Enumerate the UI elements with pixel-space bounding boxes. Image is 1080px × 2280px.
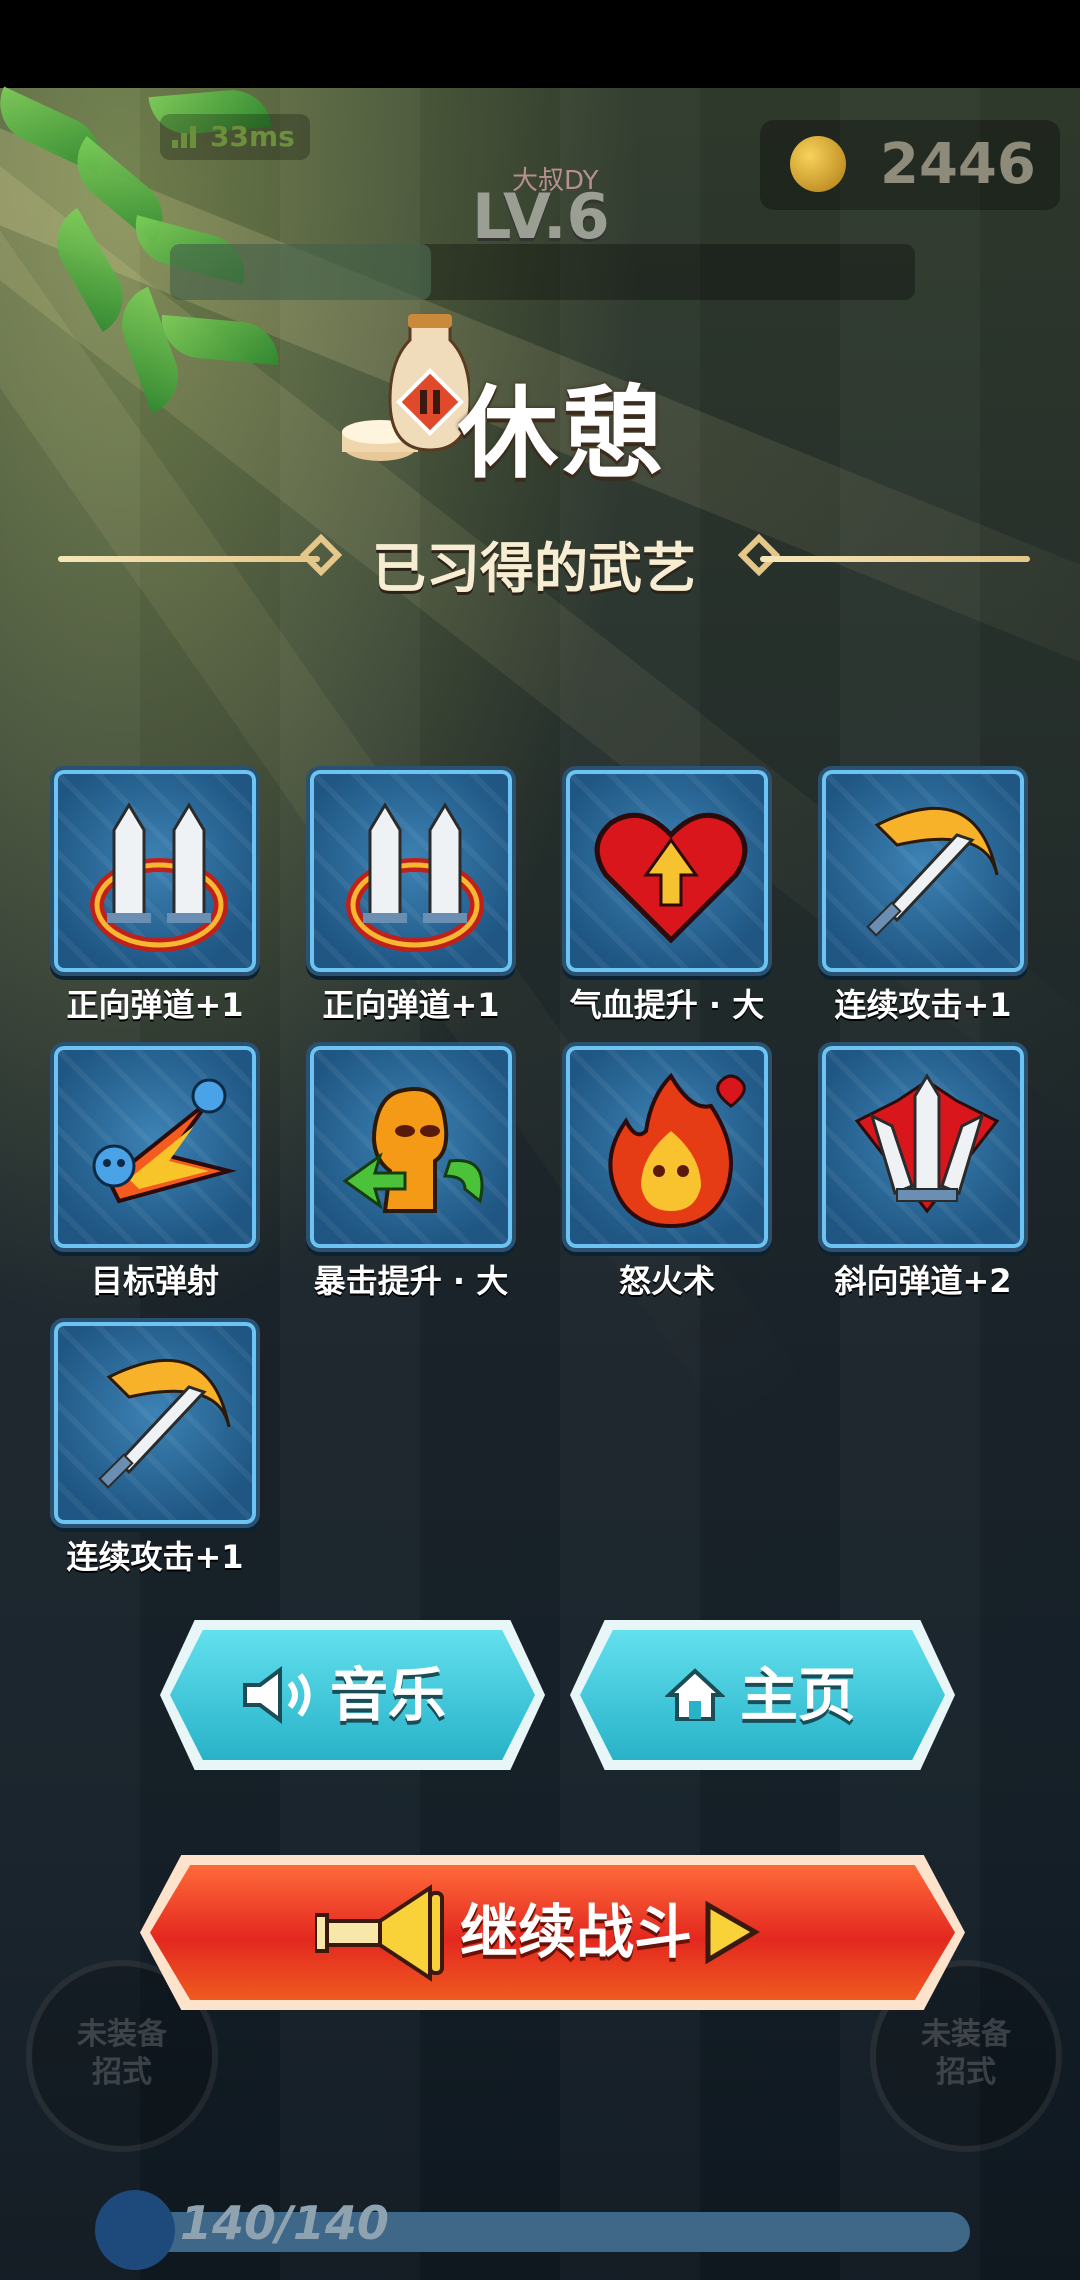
status-bar (0, 0, 1080, 88)
skill-label: 正向弹道+1 (66, 986, 244, 1024)
skill-slot[interactable]: 正向弹道+1 (306, 766, 516, 1041)
divider-line-right (760, 556, 1030, 562)
skill-slot[interactable]: 怒火术 (562, 1042, 772, 1317)
skull-bounce-icon (92, 1078, 237, 1204)
skill-card (562, 1042, 772, 1252)
skill-label: 正向弹道+1 (322, 986, 500, 1024)
skill-card (50, 1042, 260, 1252)
pause-title: 休憩 (458, 375, 666, 492)
skill-slot[interactable]: 正向弹道+1 (50, 766, 260, 1041)
skill-card (306, 766, 516, 976)
twin-swords-icon (90, 802, 228, 952)
rage-fire-icon (608, 1072, 746, 1229)
signal-icon (172, 126, 198, 148)
heart-up-icon (594, 812, 748, 944)
skill-card (50, 1318, 260, 1528)
play-arrow-icon (705, 1900, 760, 1965)
sword-slash-icon (866, 806, 999, 937)
continue-battle-button[interactable]: 继续战斗 (140, 1855, 965, 2010)
skill-card (818, 766, 1028, 976)
player-emblem-icon (95, 2190, 175, 2270)
horn-icon (315, 1884, 444, 1982)
skill-label: 怒火术 (618, 1262, 715, 1300)
experience-bar (170, 244, 915, 300)
coin-count: 2446 (880, 132, 1036, 197)
skill-slot[interactable]: 气血提升 · 大 (562, 766, 772, 1041)
player-level: LV.6 (472, 180, 610, 253)
empty-slot-label: 未装备 招式 (77, 2017, 167, 2090)
skill-label: 气血提升 · 大 (569, 986, 765, 1024)
continue-battle-label: 继续战斗 (460, 1898, 693, 1966)
skill-slot[interactable]: 斜向弹道+2 (818, 1042, 1028, 1317)
skill-slot[interactable]: 暴击提升 · 大 (306, 1042, 516, 1317)
ping-value: 33ms (210, 120, 295, 153)
spread-swords-icon (854, 1073, 1000, 1214)
twin-swords-icon (346, 802, 484, 952)
coin-icon (790, 136, 846, 192)
home-button[interactable]: 主页 (570, 1620, 955, 1770)
empty-slot-label: 未装备 招式 (921, 2017, 1011, 2090)
music-button-label: 音乐 (330, 1661, 447, 1729)
ping-indicator: 33ms (160, 114, 310, 160)
experience-bar-fill (170, 244, 431, 300)
skill-slot[interactable]: 连续攻击+1 (50, 1318, 260, 1593)
home-icon (665, 1668, 725, 1721)
skill-card (818, 1042, 1028, 1252)
skill-label: 连续攻击+1 (834, 986, 1012, 1024)
divider-line-left (58, 556, 320, 562)
music-button[interactable]: 音乐 (160, 1620, 545, 1770)
learned-skills-heading: 已习得的武艺 (372, 537, 696, 600)
home-button-label: 主页 (740, 1661, 857, 1729)
sword-slash-icon (98, 1358, 231, 1489)
skill-card (306, 1042, 516, 1252)
speaker-icon (243, 1666, 311, 1724)
gourd-pause-icon (342, 314, 470, 461)
skill-card (50, 766, 260, 976)
skill-slot[interactable]: 连续攻击+1 (818, 766, 1028, 1041)
skill-card (562, 766, 772, 976)
crit-head-icon (342, 1087, 484, 1213)
skill-label: 暴击提升 · 大 (313, 1262, 509, 1300)
skill-label: 斜向弹道+2 (834, 1262, 1012, 1300)
skill-slot[interactable]: 目标弹射 (50, 1042, 260, 1317)
health-value: 140/140 (180, 2196, 389, 2250)
skill-label: 连续攻击+1 (66, 1538, 244, 1576)
skill-label: 目标弹射 (90, 1262, 219, 1300)
coin-counter: 2446 (760, 120, 1060, 210)
